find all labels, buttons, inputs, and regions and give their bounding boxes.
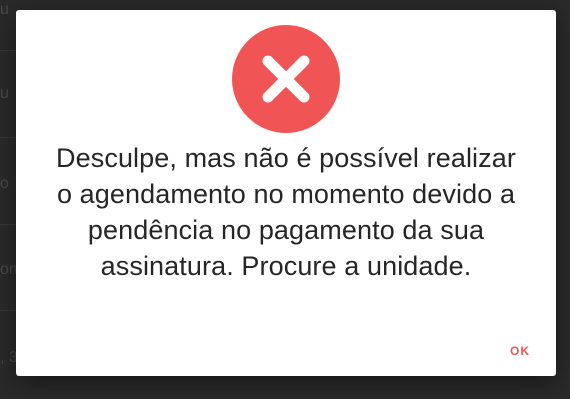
background-divider bbox=[0, 224, 16, 225]
ok-button[interactable]: OK bbox=[510, 344, 530, 358]
close-icon bbox=[232, 25, 340, 133]
background-divider bbox=[0, 310, 16, 311]
background-text-fragment: on bbox=[0, 262, 16, 278]
background-divider bbox=[0, 50, 16, 51]
error-dialog: Desculpe, mas não é possível realizar o … bbox=[16, 10, 556, 376]
background-text-fragment: u bbox=[0, 86, 9, 102]
background-text-fragment: u bbox=[0, 2, 9, 18]
error-message: Desculpe, mas não é possível realizar o … bbox=[56, 143, 516, 281]
background-text-fragment: , 3 bbox=[0, 350, 16, 366]
background-divider bbox=[0, 137, 16, 138]
background-text-fragment: o bbox=[0, 176, 9, 192]
